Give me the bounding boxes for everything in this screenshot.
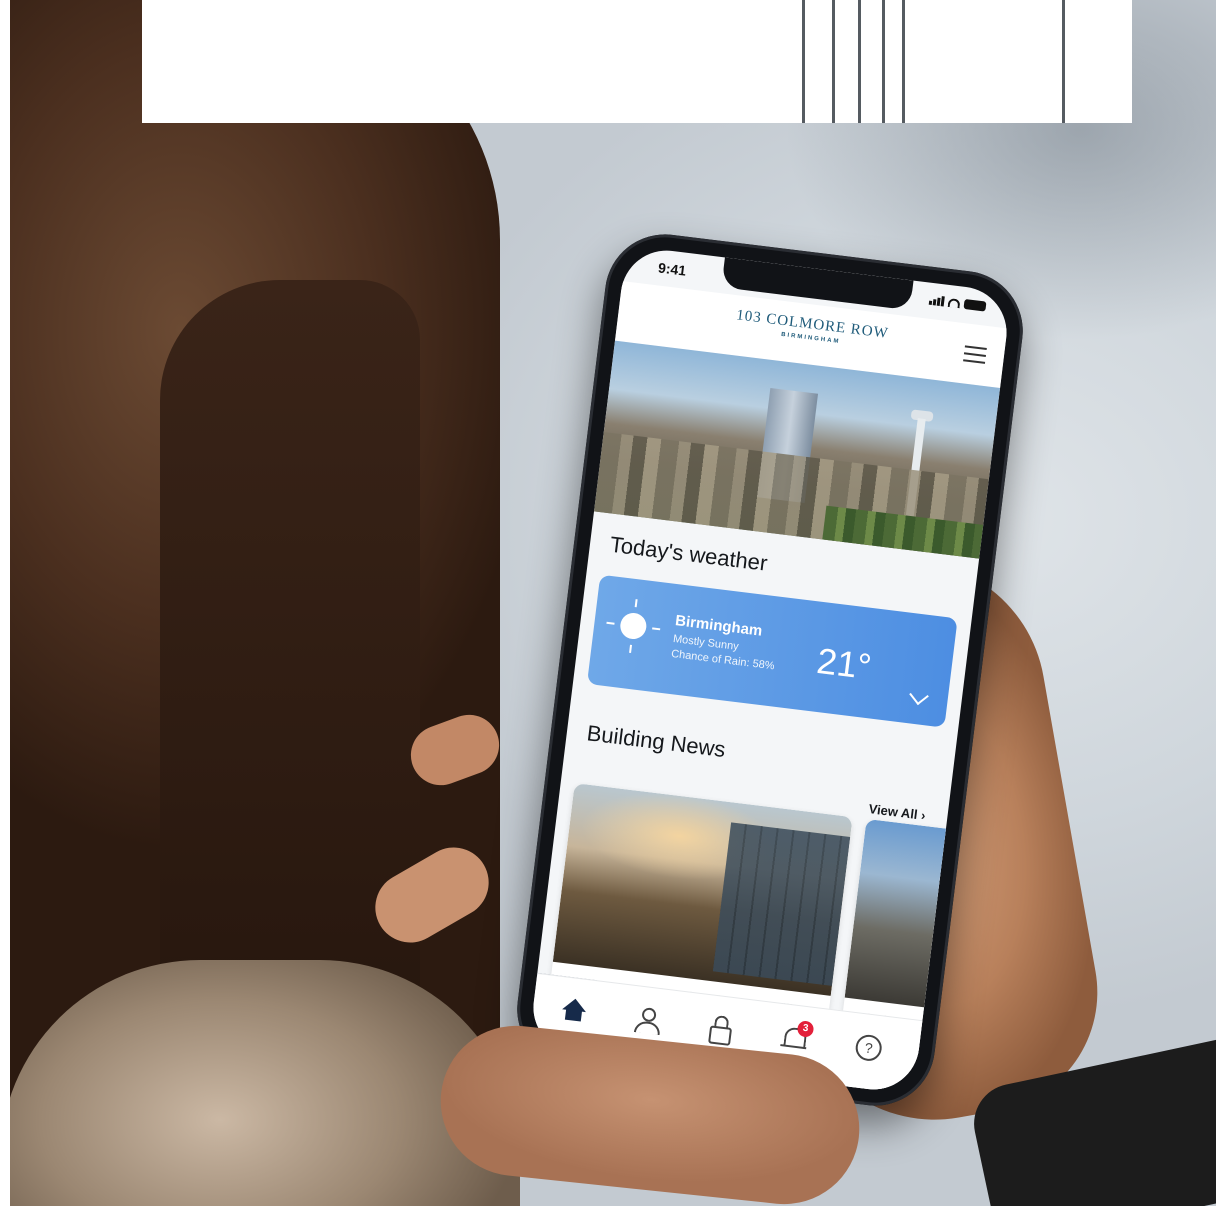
banner-line: [858, 0, 861, 123]
sun-icon: [618, 611, 648, 641]
banner-line: [1062, 0, 1065, 123]
weather-rain-chance: Chance of Rain: 58%: [670, 647, 776, 673]
banner-line: [902, 0, 905, 123]
profile-head: [641, 1007, 657, 1023]
sun-ray: [629, 644, 633, 653]
chevron-down-icon[interactable]: [909, 685, 929, 706]
news-image: [552, 783, 853, 996]
status-icons: [928, 295, 987, 312]
sun-ray: [606, 621, 615, 625]
profile-body: [633, 1020, 662, 1036]
status-time: 9:41: [657, 259, 688, 279]
battery-icon: [963, 298, 987, 312]
help-icon[interactable]: ?: [851, 1031, 884, 1064]
news-section-title: Building News: [585, 720, 727, 763]
bell-icon[interactable]: 3: [778, 1020, 815, 1055]
help-symbol: ?: [854, 1033, 884, 1063]
photo-scene: 9:41 103 COLMORE ROW BIRMINGHAM Today's …: [0, 0, 1216, 1206]
weather-card[interactable]: Birmingham Mostly Sunny Chance of Rain: …: [586, 574, 958, 728]
lock-body: [708, 1025, 733, 1046]
banner-line: [832, 0, 835, 123]
top-banner: [142, 0, 1132, 123]
weather-section-title: Today's weather: [608, 531, 769, 576]
banner-line: [882, 0, 885, 123]
banner-line: [802, 0, 805, 123]
left-edge-strip: [0, 0, 10, 1206]
glass-facade: [712, 822, 851, 986]
menu-icon[interactable]: [962, 345, 987, 369]
weather-temperature: 21°: [814, 639, 874, 688]
profile-icon[interactable]: [631, 1004, 664, 1037]
wifi-icon: [947, 297, 961, 308]
lock-icon[interactable]: [704, 1013, 737, 1046]
phone-screen: 9:41 103 COLMORE ROW BIRMINGHAM Today's …: [528, 245, 1012, 1095]
home-icon[interactable]: [557, 995, 590, 1028]
sun-ray: [634, 599, 638, 608]
signal-icon: [928, 295, 945, 307]
home-body: [564, 1008, 583, 1022]
sun-ray: [652, 627, 661, 631]
